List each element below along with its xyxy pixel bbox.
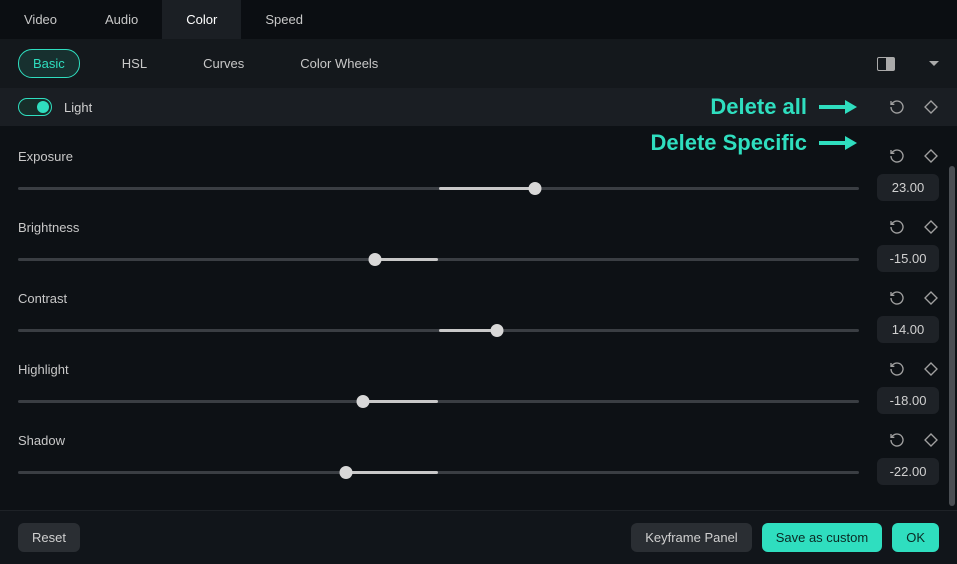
param-label: Brightness (18, 220, 861, 235)
keyframe-param-icon[interactable] (923, 148, 939, 164)
reset-button[interactable]: Reset (18, 523, 80, 552)
reset-param-icon[interactable] (889, 219, 905, 235)
keyframe-param-icon[interactable] (923, 219, 939, 235)
annotation-delete-all: Delete all (710, 94, 857, 120)
ok-button[interactable]: OK (892, 523, 939, 552)
param-slider[interactable] (18, 465, 859, 479)
reset-param-icon[interactable] (889, 290, 905, 306)
tab-speed[interactable]: Speed (241, 0, 327, 39)
subtab-basic[interactable]: Basic (18, 49, 80, 78)
chevron-down-icon[interactable] (929, 61, 939, 66)
footer-bar: Reset Keyframe Panel Save as custom OK (0, 510, 957, 564)
param-value[interactable]: 23.00 (877, 174, 939, 201)
sub-tab-bar: Basic HSL Curves Color Wheels (0, 39, 957, 88)
keyframe-param-icon[interactable] (923, 432, 939, 448)
arrow-icon (819, 102, 857, 112)
light-toggle[interactable] (18, 98, 52, 116)
reset-param-icon[interactable] (889, 361, 905, 377)
param-value[interactable]: -15.00 (877, 245, 939, 272)
reset-all-icon[interactable] (889, 99, 905, 115)
param-label: Contrast (18, 291, 861, 306)
keyframe-all-icon[interactable] (923, 99, 939, 115)
subtab-hsl[interactable]: HSL (108, 50, 161, 77)
param-slider[interactable] (18, 252, 859, 266)
param-label: Exposure (18, 149, 861, 164)
params-panel: Exposure 23.00 Brightness -15.00 Contrast 14.… (0, 126, 957, 510)
keyframe-param-icon[interactable] (923, 361, 939, 377)
light-label: Light (64, 100, 92, 115)
top-tabs: Video Audio Color Speed (0, 0, 957, 39)
subtab-curves[interactable]: Curves (189, 50, 258, 77)
tab-audio[interactable]: Audio (81, 0, 162, 39)
keyframe-param-icon[interactable] (923, 290, 939, 306)
param-value[interactable]: -22.00 (877, 458, 939, 485)
param-value[interactable]: -18.00 (877, 387, 939, 414)
compare-view-icon[interactable] (877, 57, 895, 71)
save-as-custom-button[interactable]: Save as custom (762, 523, 883, 552)
param-label: Shadow (18, 433, 861, 448)
scrollbar[interactable] (949, 166, 955, 506)
param-row: Highlight -18.00 (18, 361, 939, 414)
param-row: Brightness -15.00 (18, 219, 939, 272)
param-row: Exposure 23.00 (18, 148, 939, 201)
param-slider[interactable] (18, 181, 859, 195)
reset-param-icon[interactable] (889, 148, 905, 164)
subtab-colorwheels[interactable]: Color Wheels (286, 50, 392, 77)
tab-video[interactable]: Video (0, 0, 81, 39)
param-row: Shadow -22.00 (18, 432, 939, 485)
param-label: Highlight (18, 362, 861, 377)
param-slider[interactable] (18, 394, 859, 408)
param-row: Contrast 14.00 (18, 290, 939, 343)
light-section-header: Light Delete all (0, 88, 957, 126)
param-value[interactable]: 14.00 (877, 316, 939, 343)
keyframe-panel-button[interactable]: Keyframe Panel (631, 523, 752, 552)
tab-color[interactable]: Color (162, 0, 241, 39)
param-slider[interactable] (18, 323, 859, 337)
reset-param-icon[interactable] (889, 432, 905, 448)
